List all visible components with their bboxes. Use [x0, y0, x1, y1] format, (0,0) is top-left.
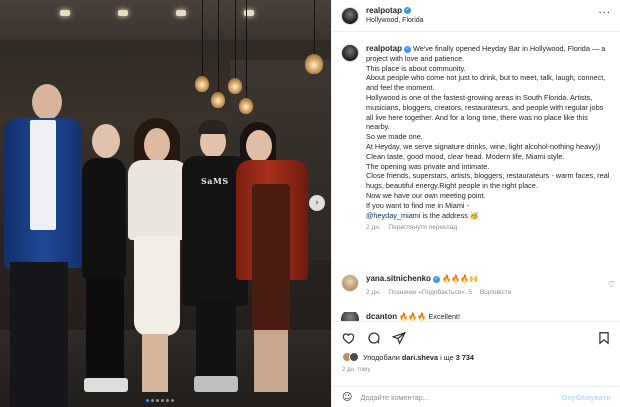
verified-badge-icon: ✓ [432, 275, 440, 283]
reply-link[interactable]: Відповісти [480, 289, 511, 296]
comment-icon[interactable] [367, 331, 381, 345]
caption-line: At Heyday, we serve signature drinks, wi… [366, 141, 601, 151]
comment-composer: ☺ Опублікувати [332, 386, 620, 407]
post-side-panel: realpotap ✓ Hollywood, Florida ··· realpo… [331, 0, 620, 407]
comment-time[interactable]: 2 дн. [366, 289, 381, 296]
caption-line: Now we have our own meeting point. [366, 190, 486, 200]
carousel-dot [156, 399, 159, 402]
comment-text: 🔥🔥🔥 Excellent! [399, 312, 461, 321]
more-icon[interactable]: ··· [598, 8, 611, 19]
verified-badge-icon: ✓ [404, 45, 412, 53]
comment-text: 🔥🔥🔥🙌 [441, 274, 479, 283]
caption: realpotap ✓ We've finally opened Heyday B… [341, 44, 615, 233]
share-icon[interactable] [392, 331, 406, 345]
likes-count[interactable]: 3 734 [456, 353, 474, 362]
header-username[interactable]: realpotap [366, 6, 402, 15]
ceiling-light [118, 10, 128, 16]
comment-item: yana.sitnichenko ✓ 🔥🔥🔥🙌 2 дн. Позначки «П… [341, 274, 615, 297]
ceiling-light [60, 10, 70, 16]
caption-tail: is the address 🥳 [420, 210, 480, 220]
post-time[interactable]: 2 дн. тому [342, 367, 370, 373]
avatar[interactable] [341, 312, 359, 321]
chevron-right-icon: › [315, 198, 319, 208]
next-photo-button[interactable]: › [309, 195, 325, 211]
heart-icon[interactable]: ♡ [608, 280, 615, 289]
likes-prefix: Уподобали [363, 352, 400, 362]
pendant-lamp [228, 78, 242, 94]
emoji-icon[interactable]: ☺ [342, 392, 352, 403]
ceiling-light [176, 10, 186, 16]
carousel-dot [161, 399, 164, 402]
caption-line: If you want to find me in Miami - [366, 200, 470, 210]
comment-username[interactable]: yana.sitnichenko [366, 274, 431, 283]
caption-line: Clean taste, good mood, clear head. Mode… [366, 151, 565, 161]
comment-item: dcanton 🔥🔥🔥 Excellent! [341, 312, 615, 321]
pendant-lamp [195, 76, 209, 92]
post-location[interactable]: Hollywood, Florida [366, 16, 424, 26]
carousel-dot [151, 399, 154, 402]
caption-line: So we made one. [366, 132, 423, 142]
likes-user[interactable]: dari.sheva [402, 353, 438, 362]
avatar[interactable] [341, 44, 359, 62]
ceiling [0, 0, 331, 40]
translate-link[interactable]: Переглянути переклад [388, 224, 457, 231]
instagram-post-modal: SaMS › realpotap ✓ Hollywood, Florida ··… [0, 0, 620, 407]
likes-mid: і ще [440, 352, 454, 362]
caption-time[interactable]: 2 дн. [366, 224, 381, 231]
carousel-dot [146, 399, 149, 402]
mention-link[interactable]: @heyday_miami [366, 211, 420, 220]
carousel-dot [166, 399, 169, 402]
carousel-dot [171, 399, 174, 402]
shirt-print: SaMS [201, 176, 229, 186]
pendant-lamp [239, 98, 253, 114]
comment-username[interactable]: dcanton [366, 312, 397, 321]
caption-line: About people who come not just to drink,… [366, 73, 606, 93]
likes-summary: Уподобали dari.sheva і ще 3 734 [342, 352, 474, 362]
comment-likes[interactable]: Позначки «Подобається»: 5 [388, 289, 472, 296]
comment-input[interactable] [360, 392, 551, 402]
action-bar [332, 321, 620, 353]
avatar[interactable] [341, 6, 359, 25]
carousel-indicator [146, 399, 174, 402]
pendant-lamp [211, 92, 225, 108]
caption-line: The opening was private and intimate. [366, 161, 490, 171]
avatar[interactable] [341, 274, 359, 292]
bookmark-icon[interactable] [597, 331, 611, 345]
post-header: realpotap ✓ Hollywood, Florida ··· [332, 0, 620, 32]
caption-username[interactable]: realpotap [366, 44, 402, 53]
caption-line: This place is about community. [366, 63, 466, 73]
pendant-lamp [305, 54, 323, 74]
post-comment-button[interactable]: Опублікувати [562, 393, 611, 402]
caption-line: Hollywood is one of the fastest-growing … [366, 92, 604, 132]
caption-line: Close friends, superstars, artists, blog… [366, 171, 610, 191]
post-photo[interactable]: SaMS › [0, 0, 331, 407]
avatar [349, 352, 359, 362]
heart-icon[interactable] [342, 331, 356, 345]
verified-badge-icon: ✓ [404, 6, 412, 14]
